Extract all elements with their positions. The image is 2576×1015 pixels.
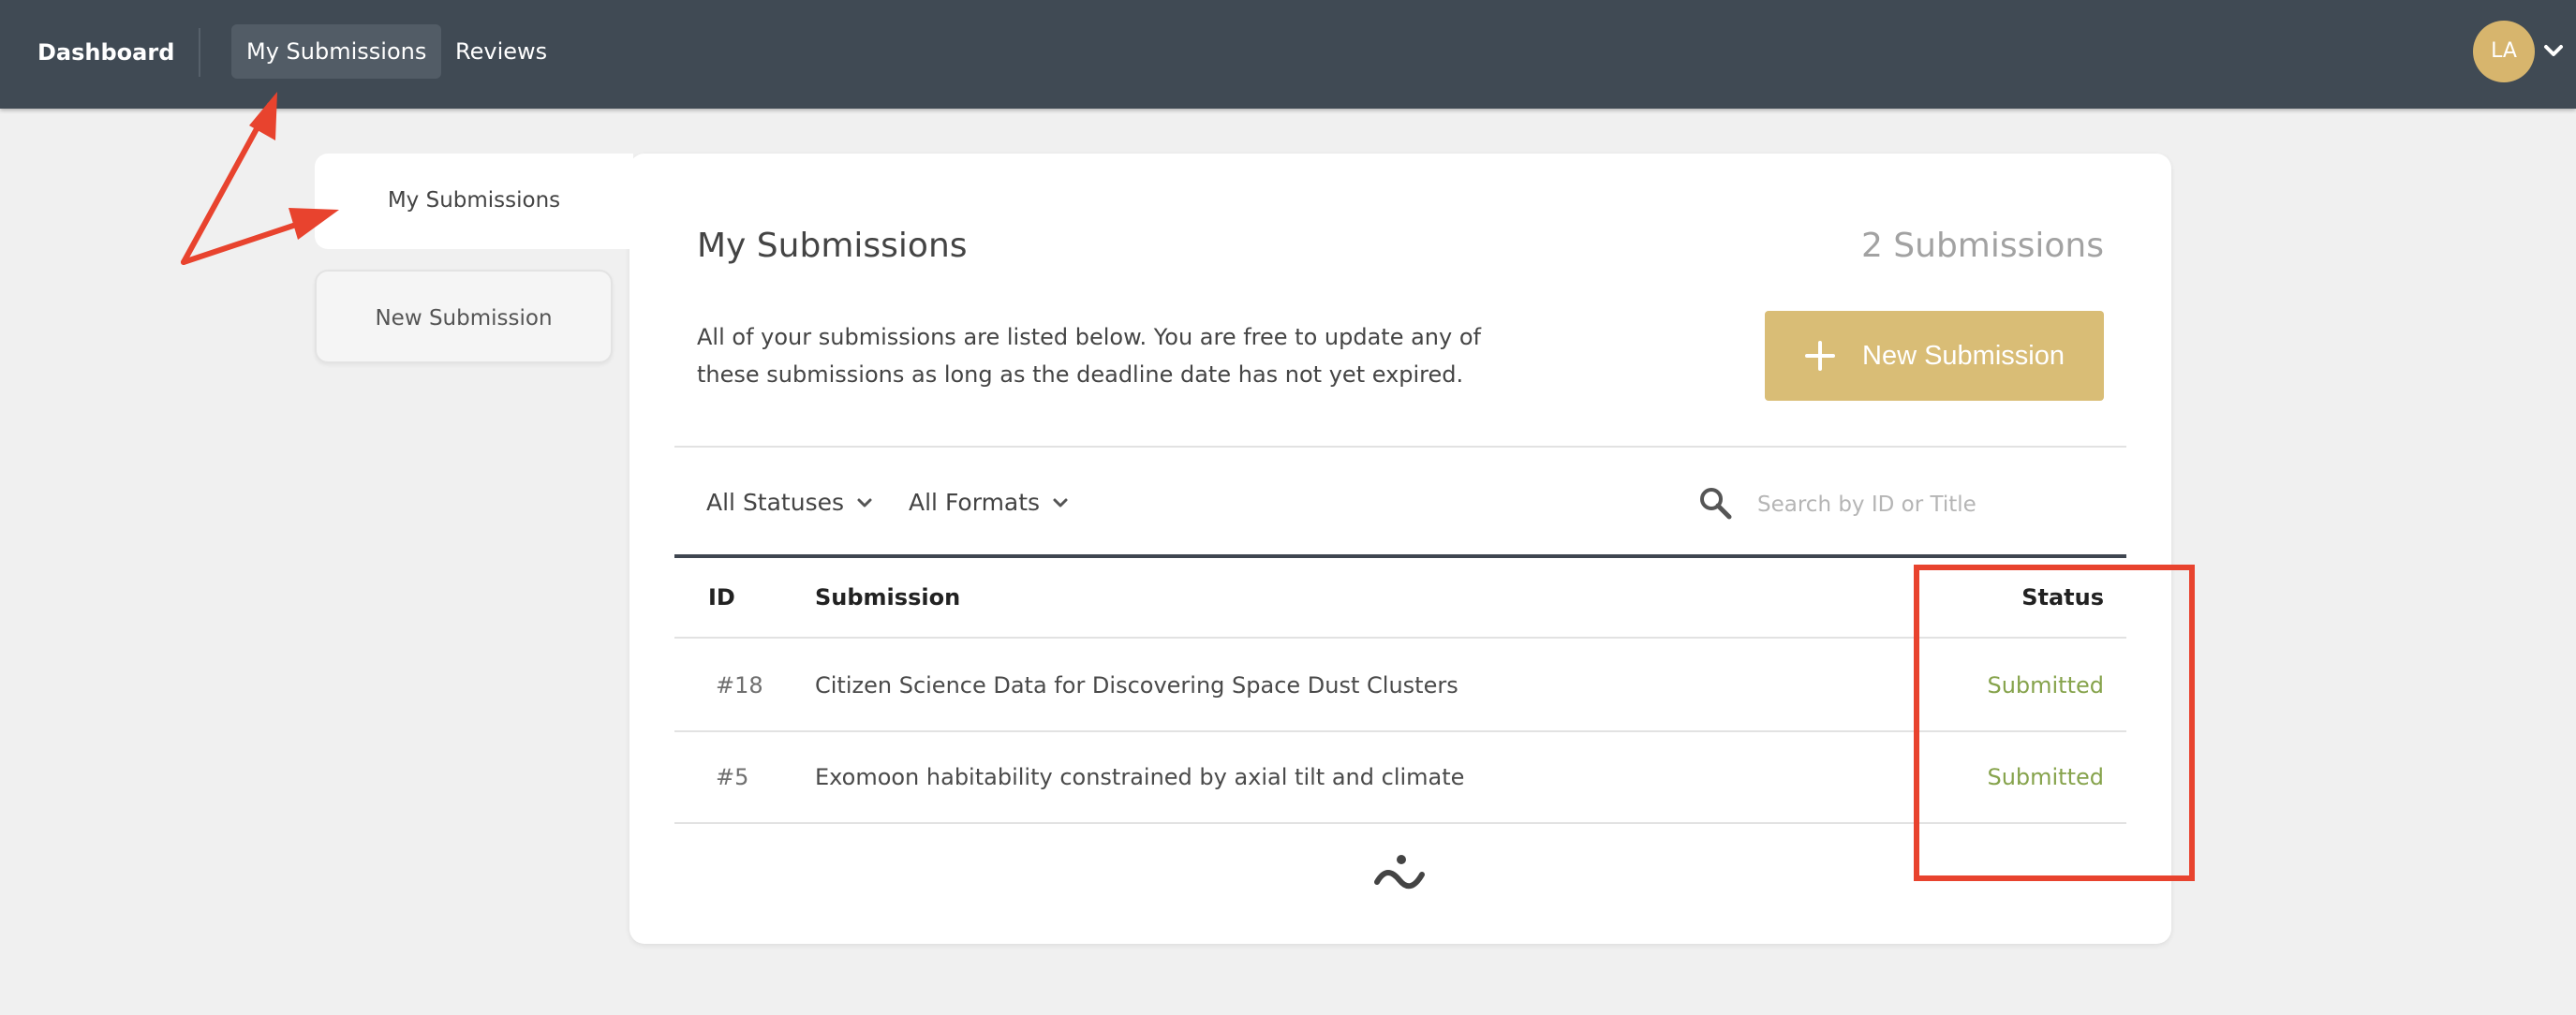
search-icon — [1700, 488, 1732, 520]
table-top-border — [674, 554, 2126, 558]
nav-divider — [199, 28, 200, 77]
submissions-card: My Submissions 2 Submissions All of your… — [629, 154, 2171, 944]
table-header-divider — [674, 637, 2126, 639]
row-divider — [674, 822, 2126, 824]
column-header-status: Status — [2021, 584, 2104, 610]
plus-icon — [1805, 341, 1835, 371]
status-filter-label: All Statuses — [706, 489, 845, 516]
page-description: All of your submissions are listed below… — [697, 324, 1481, 388]
row-id: #18 — [716, 672, 763, 699]
row-divider — [674, 730, 2126, 732]
status-filter-dropdown[interactable]: All Statuses — [706, 489, 874, 516]
caret-down-icon — [857, 498, 872, 507]
status-badge: Submitted — [1987, 764, 2104, 790]
new-submission-button[interactable]: New Submission — [1765, 311, 2104, 401]
nav-reviews[interactable]: Reviews — [440, 24, 562, 79]
divider — [674, 446, 2126, 448]
search-input[interactable] — [1757, 483, 2113, 526]
page-title: My Submissions — [697, 227, 968, 265]
column-header-id: ID — [708, 584, 735, 610]
nav-my-submissions[interactable]: My Submissions — [231, 24, 442, 79]
chevron-down-icon[interactable] — [2540, 37, 2567, 64]
caret-down-icon — [1053, 498, 1068, 507]
new-submission-button-label: New Submission — [1862, 340, 2065, 371]
top-nav: Dashboard My Submissions Reviews LA — [0, 0, 2576, 109]
submission-count: 2 Submissions — [1860, 227, 2104, 265]
format-filter-dropdown[interactable]: All Formats — [909, 489, 1070, 516]
row-id: #5 — [716, 764, 749, 790]
sidebar-tab-new-submission[interactable]: New Submission — [315, 270, 613, 363]
user-avatar[interactable]: LA — [2473, 21, 2535, 82]
nav-dashboard-link[interactable]: Dashboard — [37, 36, 174, 69]
sidebar-tab-my-submissions[interactable]: My Submissions — [315, 154, 633, 249]
column-header-submission: Submission — [815, 584, 961, 610]
loading-spinner-icon — [1374, 855, 1425, 890]
row-title-link[interactable]: Citizen Science Data for Discovering Spa… — [815, 672, 1458, 699]
row-title-link[interactable]: Exomoon habitability constrained by axia… — [815, 764, 1464, 790]
status-badge: Submitted — [1987, 672, 2104, 699]
format-filter-label: All Formats — [909, 489, 1041, 516]
